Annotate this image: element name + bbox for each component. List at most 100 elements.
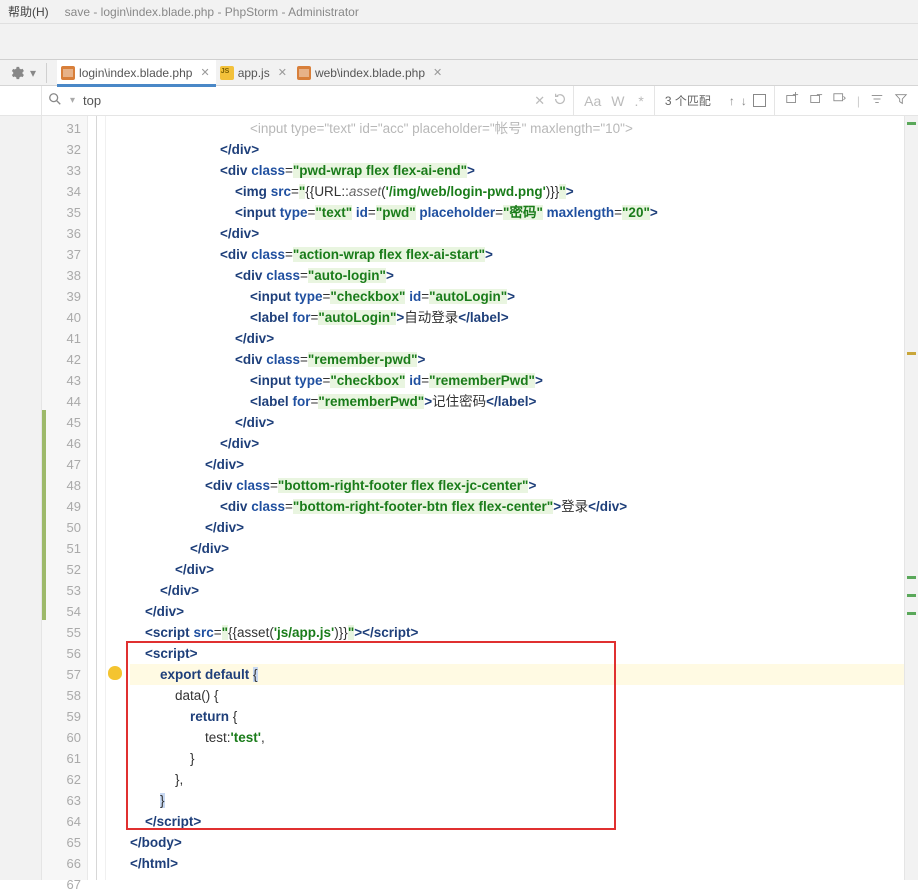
code-line[interactable]: </div>: [130, 433, 904, 454]
line-number[interactable]: 60: [42, 727, 81, 748]
line-number[interactable]: 67: [42, 874, 81, 895]
code-line[interactable]: <div class="action-wrap flex flex-ai-sta…: [130, 244, 904, 265]
find-input[interactable]: [83, 93, 526, 108]
line-number[interactable]: 59: [42, 706, 81, 727]
code-line[interactable]: <div class="pwd-wrap flex flex-ai-end">: [130, 160, 904, 181]
code-line[interactable]: <script src="{{asset('js/app.js')}}"></s…: [130, 622, 904, 643]
line-number[interactable]: 57: [42, 664, 81, 685]
editor-tab[interactable]: app.js ✕: [216, 60, 293, 86]
code-line[interactable]: <div class="remember-pwd">: [130, 349, 904, 370]
code-line[interactable]: return {: [130, 706, 904, 727]
code-line[interactable]: test:'test',: [130, 727, 904, 748]
code-line[interactable]: </div>: [130, 139, 904, 160]
code-line[interactable]: <input type="text" id="pwd" placeholder=…: [130, 202, 904, 223]
error-stripe[interactable]: [904, 116, 918, 880]
close-icon[interactable]: ✕: [278, 66, 287, 79]
line-number[interactable]: 46: [42, 433, 81, 454]
select-all-occurrences-icon[interactable]: [833, 92, 847, 109]
line-number[interactable]: 45: [42, 412, 81, 433]
line-number[interactable]: 49: [42, 496, 81, 517]
remove-selection-icon[interactable]: [809, 92, 823, 109]
line-number[interactable]: 64: [42, 811, 81, 832]
code-line[interactable]: [130, 874, 904, 895]
match-regex-toggle[interactable]: .*: [635, 93, 644, 109]
intention-bulb-icon[interactable]: [108, 666, 122, 680]
line-number[interactable]: 40: [42, 307, 81, 328]
search-icon[interactable]: [48, 92, 62, 109]
line-number[interactable]: 31: [42, 118, 81, 139]
line-number[interactable]: 47: [42, 454, 81, 475]
line-number[interactable]: 63: [42, 790, 81, 811]
line-number[interactable]: 65: [42, 832, 81, 853]
funnel-icon[interactable]: [894, 92, 908, 109]
editor-tab[interactable]: login\index.blade.php ✕: [57, 60, 216, 86]
code-line[interactable]: <div class="auto-login">: [130, 265, 904, 286]
next-match-icon[interactable]: ↓: [741, 94, 747, 108]
code-line[interactable]: </div>: [130, 559, 904, 580]
line-number-gutter[interactable]: 3132333435363738394041424344454647484950…: [42, 116, 88, 880]
line-number[interactable]: 55: [42, 622, 81, 643]
code-line[interactable]: </div>: [130, 412, 904, 433]
line-number[interactable]: 39: [42, 286, 81, 307]
code-line[interactable]: export default {: [130, 664, 904, 685]
close-icon[interactable]: ✕: [200, 66, 209, 79]
code-line[interactable]: <label for="rememberPwd">记住密码</label>: [130, 391, 904, 412]
line-number[interactable]: 38: [42, 265, 81, 286]
line-number[interactable]: 58: [42, 685, 81, 706]
code-line[interactable]: </div>: [130, 454, 904, 475]
code-line[interactable]: </div>: [130, 538, 904, 559]
code-area[interactable]: <input type="text" id="acc" placeholder=…: [126, 116, 904, 880]
line-number[interactable]: 51: [42, 538, 81, 559]
line-number[interactable]: 52: [42, 559, 81, 580]
line-number[interactable]: 42: [42, 349, 81, 370]
line-number[interactable]: 48: [42, 475, 81, 496]
code-line[interactable]: </body>: [130, 832, 904, 853]
add-selection-icon[interactable]: [785, 92, 799, 109]
select-all-icon[interactable]: [753, 94, 766, 107]
code-line[interactable]: </html>: [130, 853, 904, 874]
inspection-marker[interactable]: [907, 594, 916, 597]
code-line[interactable]: </div>: [130, 223, 904, 244]
code-line[interactable]: <input type="text" id="acc" placeholder=…: [130, 118, 904, 139]
line-number[interactable]: 66: [42, 853, 81, 874]
code-line[interactable]: <input type="checkbox" id="rememberPwd">: [130, 370, 904, 391]
code-line[interactable]: <div class="bottom-right-footer flex fle…: [130, 475, 904, 496]
inspection-marker[interactable]: [907, 612, 916, 615]
editor-tab[interactable]: web\index.blade.php ✕: [293, 60, 448, 86]
line-number[interactable]: 32: [42, 139, 81, 160]
folding-gutter[interactable]: [88, 116, 106, 880]
code-line[interactable]: <script>: [130, 643, 904, 664]
code-line[interactable]: <input type="checkbox" id="autoLogin">: [130, 286, 904, 307]
line-number[interactable]: 50: [42, 517, 81, 538]
code-line[interactable]: <label for="autoLogin">自动登录</label>: [130, 307, 904, 328]
code-line[interactable]: <div class="bottom-right-footer-btn flex…: [130, 496, 904, 517]
filter-toggle-icon[interactable]: [870, 92, 884, 109]
code-line[interactable]: }: [130, 748, 904, 769]
code-line[interactable]: </div>: [130, 328, 904, 349]
code-line[interactable]: },: [130, 769, 904, 790]
line-number[interactable]: 35: [42, 202, 81, 223]
menu-help[interactable]: 帮助(H): [8, 3, 49, 20]
inspection-marker[interactable]: [907, 576, 916, 579]
close-icon[interactable]: ✕: [433, 66, 442, 79]
code-line[interactable]: <img src="{{URL::asset('/img/web/login-p…: [130, 181, 904, 202]
line-number[interactable]: 36: [42, 223, 81, 244]
code-line[interactable]: </div>: [130, 601, 904, 622]
code-line[interactable]: data() {: [130, 685, 904, 706]
line-number[interactable]: 33: [42, 160, 81, 181]
line-number[interactable]: 62: [42, 769, 81, 790]
tool-window-stripe-left[interactable]: [0, 116, 42, 880]
code-line[interactable]: </script>: [130, 811, 904, 832]
line-number[interactable]: 34: [42, 181, 81, 202]
inspection-marker[interactable]: [907, 122, 916, 125]
line-number[interactable]: 53: [42, 580, 81, 601]
code-line[interactable]: </div>: [130, 517, 904, 538]
line-number[interactable]: 56: [42, 643, 81, 664]
match-words-toggle[interactable]: W: [611, 93, 624, 109]
prev-match-icon[interactable]: ↑: [729, 94, 735, 108]
match-case-toggle[interactable]: Aa: [584, 93, 601, 109]
line-number[interactable]: 44: [42, 391, 81, 412]
gear-icon[interactable]: [8, 64, 26, 82]
line-number[interactable]: 41: [42, 328, 81, 349]
line-number[interactable]: 61: [42, 748, 81, 769]
